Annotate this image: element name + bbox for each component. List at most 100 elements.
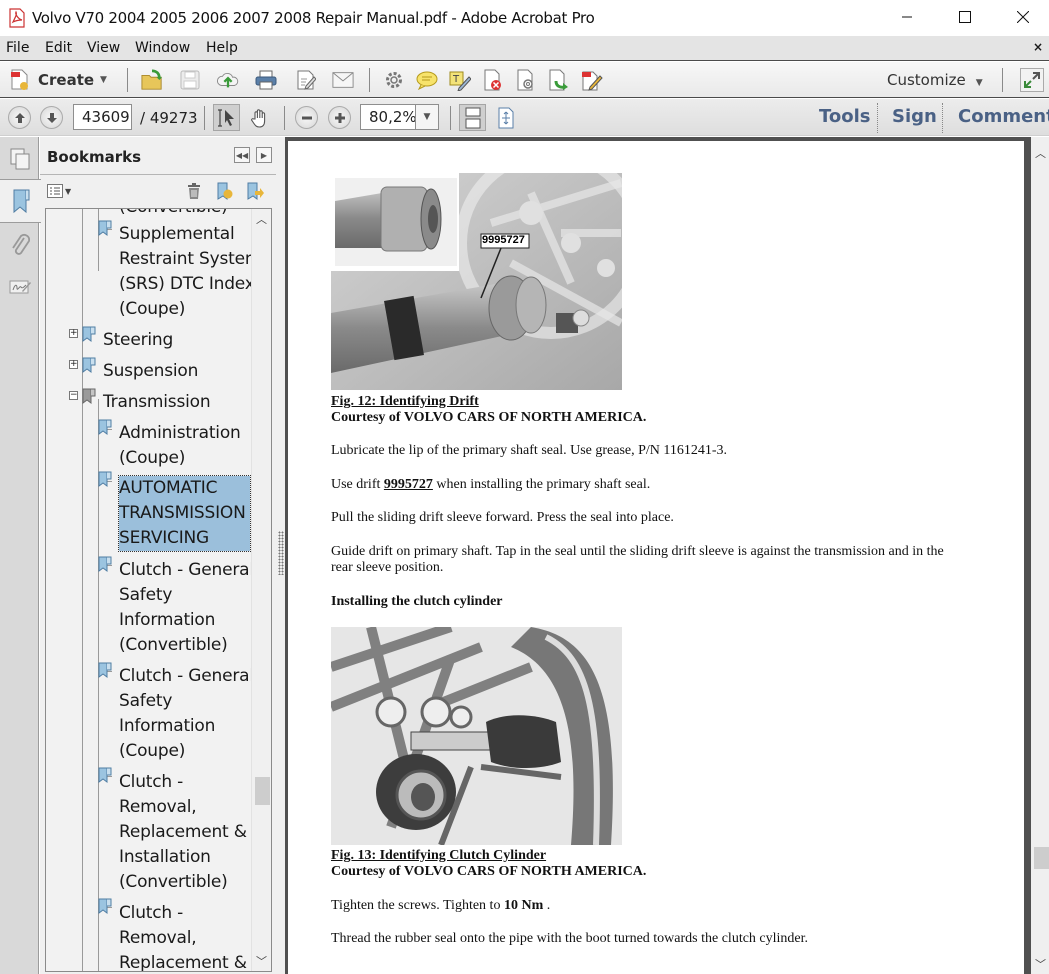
- attach-file-button[interactable]: [515, 69, 537, 91]
- comment-button[interactable]: [416, 69, 438, 91]
- save-button[interactable]: [179, 69, 201, 91]
- maximize-icon: [959, 11, 971, 23]
- scrolling-mode-button[interactable]: [459, 104, 486, 131]
- chevron-up-icon[interactable]: ︿: [1035, 145, 1046, 161]
- close-document-button[interactable]: ×: [1033, 40, 1043, 54]
- open-icon: [141, 69, 163, 90]
- new-bookmark-button[interactable]: [216, 182, 234, 205]
- pane-divider: [877, 103, 878, 133]
- settings-button[interactable]: [383, 69, 405, 91]
- cloud-upload-button[interactable]: [217, 69, 239, 91]
- text: Tighten the screws. Tighten to: [331, 898, 504, 913]
- bookmark-item[interactable]: Administration (Coupe): [119, 421, 241, 471]
- panel-options-button[interactable]: ▶: [256, 147, 272, 163]
- hand-tool-button[interactable]: [246, 104, 273, 131]
- email-button[interactable]: [332, 69, 354, 91]
- fit-page-button[interactable]: [492, 104, 519, 131]
- next-page-button[interactable]: [40, 106, 63, 129]
- export-button[interactable]: [548, 69, 570, 91]
- open-button[interactable]: [141, 69, 163, 91]
- bookmark-options-button[interactable]: ▼: [47, 184, 71, 198]
- collapse-panel-button[interactable]: ◀◀: [234, 147, 250, 163]
- expand-toggle[interactable]: +: [69, 329, 78, 338]
- bookmark-item-selected[interactable]: AUTOMATIC TRANSMISSION SERVICING: [118, 475, 251, 552]
- bookmark-item[interactable]: Supplemental Restraint System (SRS) DTC …: [119, 222, 261, 322]
- bookmark-item[interactable]: (Convertible): [119, 209, 228, 220]
- splitter-grip[interactable]: [278, 531, 284, 575]
- menu-edit[interactable]: Edit: [45, 40, 72, 56]
- sign-pane-button[interactable]: Sign: [892, 106, 937, 127]
- menu-file[interactable]: File: [6, 40, 29, 56]
- page-number-input[interactable]: 43609: [73, 104, 132, 130]
- bookmarks-title: Bookmarks: [47, 148, 142, 166]
- expand-bookmark-button[interactable]: [246, 182, 264, 205]
- maximize-button[interactable]: [942, 0, 988, 34]
- chevron-up-icon[interactable]: ︿: [256, 211, 267, 227]
- bookmarks-scrollbar[interactable]: ︿ ﹀: [251, 209, 271, 971]
- double-chevron-left-icon: ◀◀: [235, 150, 249, 160]
- zoom-in-button[interactable]: [328, 106, 351, 129]
- chevron-down-icon: ▼: [65, 186, 72, 196]
- bookmark-item[interactable]: Clutch - Removal, Replacement & Installa…: [119, 770, 247, 895]
- chevron-down-icon[interactable]: ﹀: [256, 953, 267, 969]
- expand-button[interactable]: [1020, 68, 1044, 92]
- delete-page-button[interactable]: [482, 69, 504, 91]
- drift-photo: [331, 173, 622, 390]
- highlight-text-button[interactable]: T: [449, 69, 471, 91]
- scrollbar-thumb[interactable]: [255, 777, 270, 805]
- close-icon: [1017, 11, 1029, 23]
- bookmarks-button[interactable]: [0, 179, 41, 223]
- edit-document-button[interactable]: [295, 69, 317, 91]
- bookmark-item[interactable]: Suspension: [103, 359, 198, 384]
- expand-toggle[interactable]: +: [69, 360, 78, 369]
- page-total: / 49273: [140, 109, 198, 127]
- bookmark-arrow-icon: [247, 182, 264, 200]
- scrollbar-thumb[interactable]: [1034, 847, 1049, 869]
- bookmark-icon: [98, 767, 112, 783]
- toolbar-divider: [1002, 68, 1003, 92]
- menu-help[interactable]: Help: [206, 40, 238, 56]
- signatures-button[interactable]: [0, 265, 39, 309]
- signature-icon: [9, 280, 31, 294]
- main-toolbar: Create ▼ T Customize ▼: [0, 62, 1049, 98]
- figure-12-caption: Fig. 12: Identifying Drift: [331, 394, 479, 410]
- document-scrollbar[interactable]: ︿ ﹀: [1031, 137, 1049, 974]
- bookmark-item[interactable]: Clutch - General Safety Information (Cou…: [119, 664, 254, 764]
- toolbar-divider: [450, 106, 451, 130]
- minimize-button[interactable]: [884, 0, 930, 34]
- previous-page-button[interactable]: [8, 106, 31, 129]
- comment-icon: [416, 71, 438, 90]
- zoom-level-input[interactable]: 80,2%: [360, 104, 417, 130]
- print-button[interactable]: [255, 69, 277, 91]
- bookmark-item[interactable]: Clutch - General Safety Information (Con…: [119, 558, 254, 658]
- bookmark-label: Steering: [103, 330, 174, 350]
- page-thumbnails-button[interactable]: [0, 137, 39, 181]
- comment-pane-button[interactable]: Comment: [958, 106, 1049, 127]
- select-tool-button[interactable]: [213, 104, 240, 131]
- plus-icon: +: [70, 328, 78, 338]
- section-heading: Installing the clutch cylinder: [331, 594, 503, 609]
- chevron-down-icon[interactable]: ﹀: [1035, 956, 1046, 972]
- create-button[interactable]: Create ▼: [8, 67, 107, 93]
- customize-button[interactable]: Customize ▼: [887, 71, 983, 89]
- text: .: [543, 898, 551, 913]
- chevron-down-icon: ▼: [423, 112, 431, 122]
- zoom-dropdown-button[interactable]: ▼: [415, 104, 439, 130]
- tools-pane-button[interactable]: Tools: [819, 106, 871, 127]
- collapse-toggle[interactable]: −: [69, 391, 78, 400]
- bookmark-item[interactable]: Transmission: [103, 390, 211, 415]
- cloud-upload-icon: [217, 72, 239, 88]
- zoom-out-button[interactable]: [295, 106, 318, 129]
- bookmark-item[interactable]: Steering: [103, 328, 173, 353]
- bookmark-item[interactable]: Clutch - Removal, Replacement &: [119, 901, 247, 971]
- bookmark-icon: [98, 471, 112, 487]
- caption-text: Fig. 13: Identifying Clutch Cylinder: [331, 848, 547, 863]
- delete-bookmark-button[interactable]: [187, 183, 201, 204]
- hand-icon: [250, 108, 265, 128]
- sign-document-button[interactable]: [581, 69, 603, 91]
- menu-window[interactable]: Window: [135, 40, 190, 56]
- paragraph: Lubricate the lip of the primary shaft s…: [331, 443, 728, 458]
- close-button[interactable]: [1000, 0, 1046, 34]
- attachments-button[interactable]: [0, 223, 39, 267]
- menu-view[interactable]: View: [87, 40, 120, 56]
